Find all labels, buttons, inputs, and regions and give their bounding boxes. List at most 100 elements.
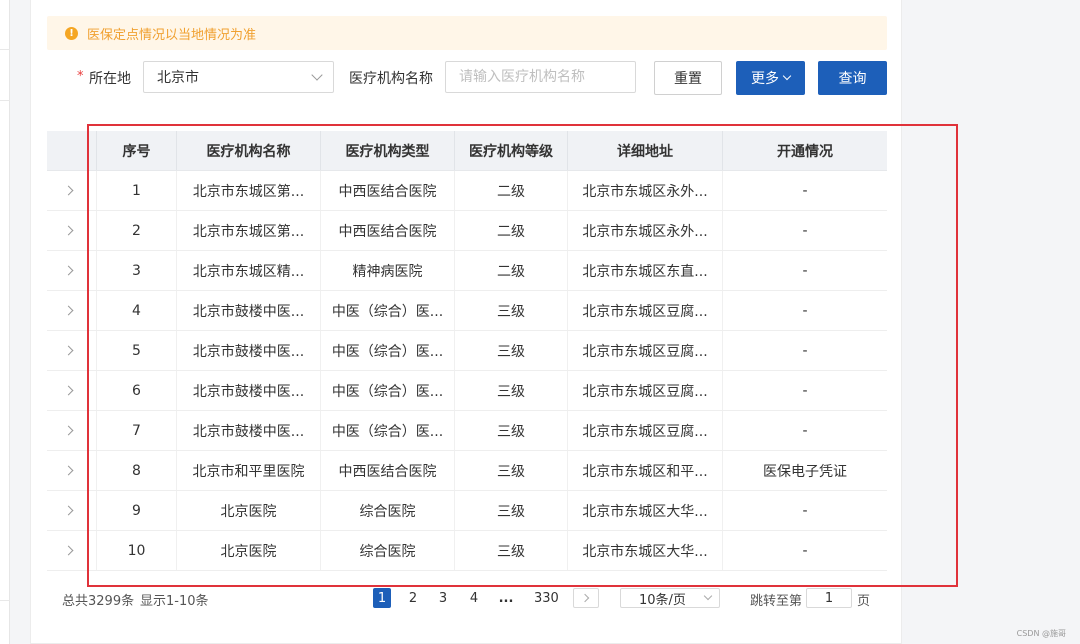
- cell-name: 北京市鼓楼中医...: [177, 371, 321, 410]
- expand-header-cell: [47, 131, 97, 170]
- table-row[interactable]: 5 北京市鼓楼中医... 中医（综合）医... 三级 北京市东城区豆腐... -: [47, 331, 887, 371]
- location-select[interactable]: 北京市: [143, 61, 334, 93]
- expand-cell[interactable]: [47, 171, 97, 210]
- cell-type: 中医（综合）医...: [321, 291, 455, 330]
- chevron-right-icon: [63, 345, 74, 356]
- page-size-value: 10条/页: [639, 592, 686, 608]
- page-size-select[interactable]: 10条/页: [620, 588, 720, 608]
- cell-index: 1: [97, 171, 177, 210]
- table-row[interactable]: 1 北京市东城区第... 中西医结合医院 二级 北京市东城区永外... -: [47, 171, 887, 211]
- cell-status: -: [802, 182, 808, 199]
- cell-name: 北京市东城区第...: [177, 171, 321, 210]
- required-mark: *: [77, 69, 84, 84]
- query-button-label: 查询: [838, 71, 867, 87]
- cell-address: 北京市东城区豆腐...: [568, 411, 723, 450]
- expand-cell[interactable]: [47, 371, 97, 410]
- cell-name: 北京市鼓楼中医...: [177, 331, 321, 370]
- page-1-button[interactable]: 1: [373, 588, 391, 608]
- table-body: 1 北京市东城区第... 中西医结合医院 二级 北京市东城区永外... -2 北京市东城区第…: [47, 171, 887, 571]
- expand-cell[interactable]: [47, 211, 97, 250]
- header-index: 序号: [97, 131, 177, 170]
- cell-address: 北京市东城区和平...: [568, 451, 723, 490]
- side-strip: [0, 0, 10, 644]
- page-ellipsis[interactable]: ...: [497, 588, 515, 608]
- cell-address: 北京市东城区永外...: [568, 171, 723, 210]
- cell-type: 精神病医院: [321, 251, 455, 290]
- header-level: 医疗机构等级: [455, 131, 568, 170]
- expand-cell[interactable]: [47, 531, 97, 570]
- cell-name: 北京市东城区第...: [177, 211, 321, 250]
- institution-name-input[interactable]: [445, 61, 636, 93]
- cell-name: 北京市鼓楼中医...: [177, 411, 321, 450]
- cell-name: 北京市鼓楼中医...: [177, 291, 321, 330]
- jump-page-input[interactable]: [806, 588, 852, 608]
- table-row[interactable]: 3 北京市东城区精... 精神病医院 二级 北京市东城区东直... -: [47, 251, 887, 291]
- page-2-button[interactable]: 2: [404, 588, 422, 608]
- chevron-right-icon: [580, 593, 590, 603]
- table-header-row: 序号 医疗机构名称 医疗机构类型 医疗机构等级 详细地址 开通情况: [47, 131, 887, 171]
- cell-address: 北京市东城区永外...: [568, 211, 723, 250]
- cell-status: 医保电子凭证: [763, 463, 847, 480]
- cell-level: 三级: [455, 491, 568, 530]
- cell-type: 综合医院: [321, 491, 455, 530]
- table-row[interactable]: 10 北京医院 综合医院 三级 北京市东城区大华... -: [47, 531, 887, 571]
- cell-name: 北京医院: [177, 531, 321, 570]
- cell-status: -: [802, 542, 808, 559]
- page-4-button[interactable]: 4: [465, 588, 483, 608]
- location-label: 所在地: [89, 71, 131, 87]
- reset-button[interactable]: 重置: [654, 61, 722, 95]
- location-value: 北京市: [157, 70, 199, 86]
- page-last-button[interactable]: 330: [534, 588, 559, 608]
- page-3-button[interactable]: 3: [434, 588, 452, 608]
- chevron-right-icon: [63, 225, 74, 236]
- table-row[interactable]: 9 北京医院 综合医院 三级 北京市东城区大华... -: [47, 491, 887, 531]
- expand-cell[interactable]: [47, 411, 97, 450]
- cell-type: 中医（综合）医...: [321, 411, 455, 450]
- cell-index: 6: [97, 371, 177, 410]
- expand-cell[interactable]: [47, 251, 97, 290]
- cell-status: -: [802, 382, 808, 399]
- cell-status: -: [802, 262, 808, 279]
- next-page-button[interactable]: [573, 588, 599, 608]
- range-text: 显示1-10条: [140, 594, 209, 609]
- cell-address: 北京市东城区东直...: [568, 251, 723, 290]
- cell-address: 北京市东城区豆腐...: [568, 291, 723, 330]
- cell-name: 北京市东城区精...: [177, 251, 321, 290]
- table-row[interactable]: 4 北京市鼓楼中医... 中医（综合）医... 三级 北京市东城区豆腐... -: [47, 291, 887, 331]
- chevron-right-icon: [63, 385, 74, 396]
- cell-index: 8: [97, 451, 177, 490]
- cell-index: 2: [97, 211, 177, 250]
- more-button[interactable]: 更多: [736, 61, 805, 95]
- cell-status: -: [802, 422, 808, 439]
- filter-bar: * 所在地 北京市 医疗机构名称 重置 更多 查询: [47, 60, 887, 96]
- cell-status: -: [802, 302, 808, 319]
- notice-banner: ! 医保定点情况以当地情况为准: [47, 16, 887, 50]
- table-row[interactable]: 7 北京市鼓楼中医... 中医（综合）医... 三级 北京市东城区豆腐... -: [47, 411, 887, 451]
- cell-level: 二级: [455, 211, 568, 250]
- table-row[interactable]: 2 北京市东城区第... 中西医结合医院 二级 北京市东城区永外... -: [47, 211, 887, 251]
- chevron-down-icon: [703, 591, 713, 601]
- notice-text: 医保定点情况以当地情况为准: [87, 27, 257, 43]
- expand-cell[interactable]: [47, 451, 97, 490]
- cell-status: -: [802, 222, 808, 239]
- cell-address: 北京市东城区豆腐...: [568, 331, 723, 370]
- cell-type: 中西医结合医院: [321, 211, 455, 250]
- cell-type: 综合医院: [321, 531, 455, 570]
- jump-prefix: 跳转至第: [750, 594, 803, 609]
- query-button[interactable]: 查询: [818, 61, 887, 95]
- table-row[interactable]: 8 北京市和平里医院 中西医结合医院 三级 北京市东城区和平... 医保电子凭证: [47, 451, 887, 491]
- cell-level: 三级: [455, 291, 568, 330]
- chevron-down-icon: [311, 69, 323, 81]
- cell-index: 5: [97, 331, 177, 370]
- chevron-right-icon: [63, 545, 74, 556]
- chevron-right-icon: [63, 465, 74, 476]
- expand-cell[interactable]: [47, 331, 97, 370]
- expand-cell[interactable]: [47, 491, 97, 530]
- table-row[interactable]: 6 北京市鼓楼中医... 中医（综合）医... 三级 北京市东城区豆腐... -: [47, 371, 887, 411]
- cell-status: -: [802, 502, 808, 519]
- cell-type: 中医（综合）医...: [321, 371, 455, 410]
- expand-cell[interactable]: [47, 291, 97, 330]
- more-button-label: 更多: [751, 71, 779, 87]
- main-panel: ! 医保定点情况以当地情况为准 * 所在地 北京市 医疗机构名称 重置 更多 查…: [30, 0, 902, 644]
- reset-button-label: 重置: [674, 71, 702, 87]
